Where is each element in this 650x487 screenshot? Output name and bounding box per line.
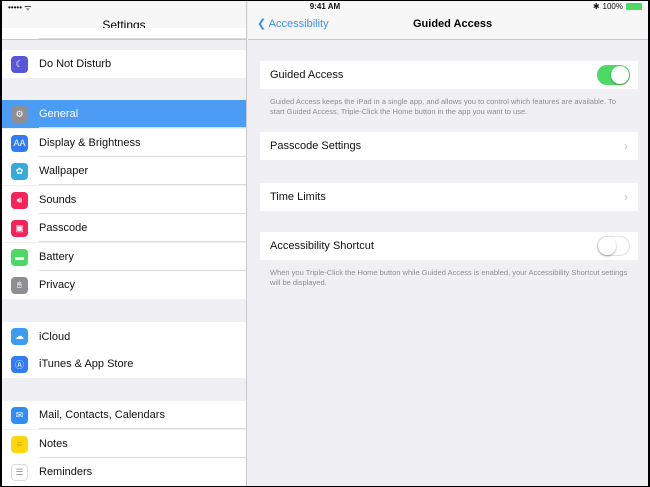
app-store-icon: Ⓐ xyxy=(11,355,28,373)
battery-percent: 100% xyxy=(602,2,623,11)
sidebar-item-label: Reminders xyxy=(39,466,93,478)
back-label: Accessibility xyxy=(268,18,329,30)
detail-pane: ❮ Accessibility Guided Access Guided Acc… xyxy=(248,1,648,486)
gear-icon: ⚙ xyxy=(11,105,28,123)
sidebar-item-partial[interactable] xyxy=(2,28,246,39)
sidebar-item-label: Mail, Contacts, Calendars xyxy=(39,409,165,421)
sidebar-item-label: Passcode xyxy=(39,222,88,234)
guided-access-toggle[interactable] xyxy=(597,65,630,85)
sidebar-item-privacy[interactable]: ✋︎ Privacy xyxy=(2,271,246,299)
moon-icon: ☾ xyxy=(11,55,28,73)
sidebar-item-reminders[interactable]: ☰ Reminders xyxy=(2,458,246,486)
sidebar-item-label: Sounds xyxy=(39,194,77,206)
bluetooth-icon: ✱ xyxy=(592,2,600,11)
accessibility-shortcut-note: When you Triple-Click the Home button wh… xyxy=(270,268,628,287)
sidebar-item-label: Privacy xyxy=(39,279,76,291)
sidebar-item-wallpaper[interactable]: ✿ Wallpaper xyxy=(2,157,246,185)
lock-icon: ▣ xyxy=(11,219,28,237)
sidebar-item-notes[interactable]: ≡ Notes xyxy=(2,430,246,458)
status-time: 9:41 AM xyxy=(309,2,341,11)
sidebar-item-label: Do Not Disturb xyxy=(39,58,112,70)
battery-icon: ▬ xyxy=(11,248,28,266)
sidebar-item-label: iTunes & App Store xyxy=(39,358,134,370)
time-limits-label: Time Limits xyxy=(270,191,326,203)
guided-access-note: Guided Access keeps the iPad in a single… xyxy=(270,97,616,116)
passcode-settings-row[interactable]: Passcode Settings › xyxy=(260,132,638,160)
text-size-icon: AA xyxy=(11,134,28,152)
sidebar-item-label: Notes xyxy=(39,438,68,450)
sidebar-item-mail-contacts-calendars[interactable]: ✉ Mail, Contacts, Calendars xyxy=(2,401,246,429)
sidebar-item-do-not-disturb[interactable]: ☾ Do Not Disturb xyxy=(2,50,246,78)
status-bar: ••••• ᯤ 9:41 AM ✱ 100% xyxy=(2,1,648,13)
sidebar-item-passcode[interactable]: ▣ Passcode xyxy=(2,214,246,242)
guided-access-row: Guided Access xyxy=(260,61,638,89)
speaker-icon: 🔊︎ xyxy=(11,191,28,209)
sidebar-item-label: iCloud xyxy=(39,330,71,343)
chevron-right-icon: › xyxy=(624,190,628,204)
notes-icon: ≡ xyxy=(11,435,28,453)
sidebar-item-label: Display & Brightness xyxy=(39,137,141,149)
sidebar-item-icloud[interactable]: ☁ iCloud xyxy=(2,322,246,351)
passcode-settings-label: Passcode Settings xyxy=(270,140,362,152)
sidebar-item-sounds[interactable]: 🔊︎ Sounds xyxy=(2,186,246,214)
sidebar-item-label: General xyxy=(39,108,79,120)
mail-icon: ✉ xyxy=(11,406,28,424)
back-button[interactable]: ❮ Accessibility xyxy=(257,17,329,30)
accessibility-shortcut-label: Accessibility Shortcut xyxy=(270,240,374,252)
sidebar-item-general[interactable]: ⚙ General xyxy=(2,100,246,128)
page-title: Guided Access xyxy=(413,18,493,30)
sidebar-item-itunes-app-store[interactable]: ⒶiTunes & App Store xyxy=(2,350,246,378)
accessibility-shortcut-toggle[interactable] xyxy=(597,236,630,256)
battery-icon xyxy=(626,3,642,10)
settings-sidebar: Settings ☾ Do Not Disturb ⚙ General AA Displa… xyxy=(2,1,247,486)
guided-access-label: Guided Access xyxy=(270,69,344,81)
accessibility-shortcut-row: Accessibility Shortcut xyxy=(260,232,638,260)
time-limits-row[interactable]: Time Limits › xyxy=(260,183,638,211)
chevron-right-icon: › xyxy=(624,139,628,153)
sidebar-item-battery[interactable]: ▬ Battery xyxy=(2,243,246,271)
sidebar-item-display-brightness[interactable]: AA Display & Brightness xyxy=(2,129,246,157)
cloud-icon: ☁ xyxy=(11,328,28,345)
hand-icon: ✋︎ xyxy=(11,276,28,294)
sidebar-item-label: Wallpaper xyxy=(39,165,89,177)
ipad-screen: Settings ☾ Do Not Disturb ⚙ General AA Displa… xyxy=(2,1,648,486)
reminders-icon: ☰ xyxy=(11,463,28,481)
flower-icon: ✿ xyxy=(11,162,28,180)
sidebar-item-label: Battery xyxy=(39,251,74,263)
